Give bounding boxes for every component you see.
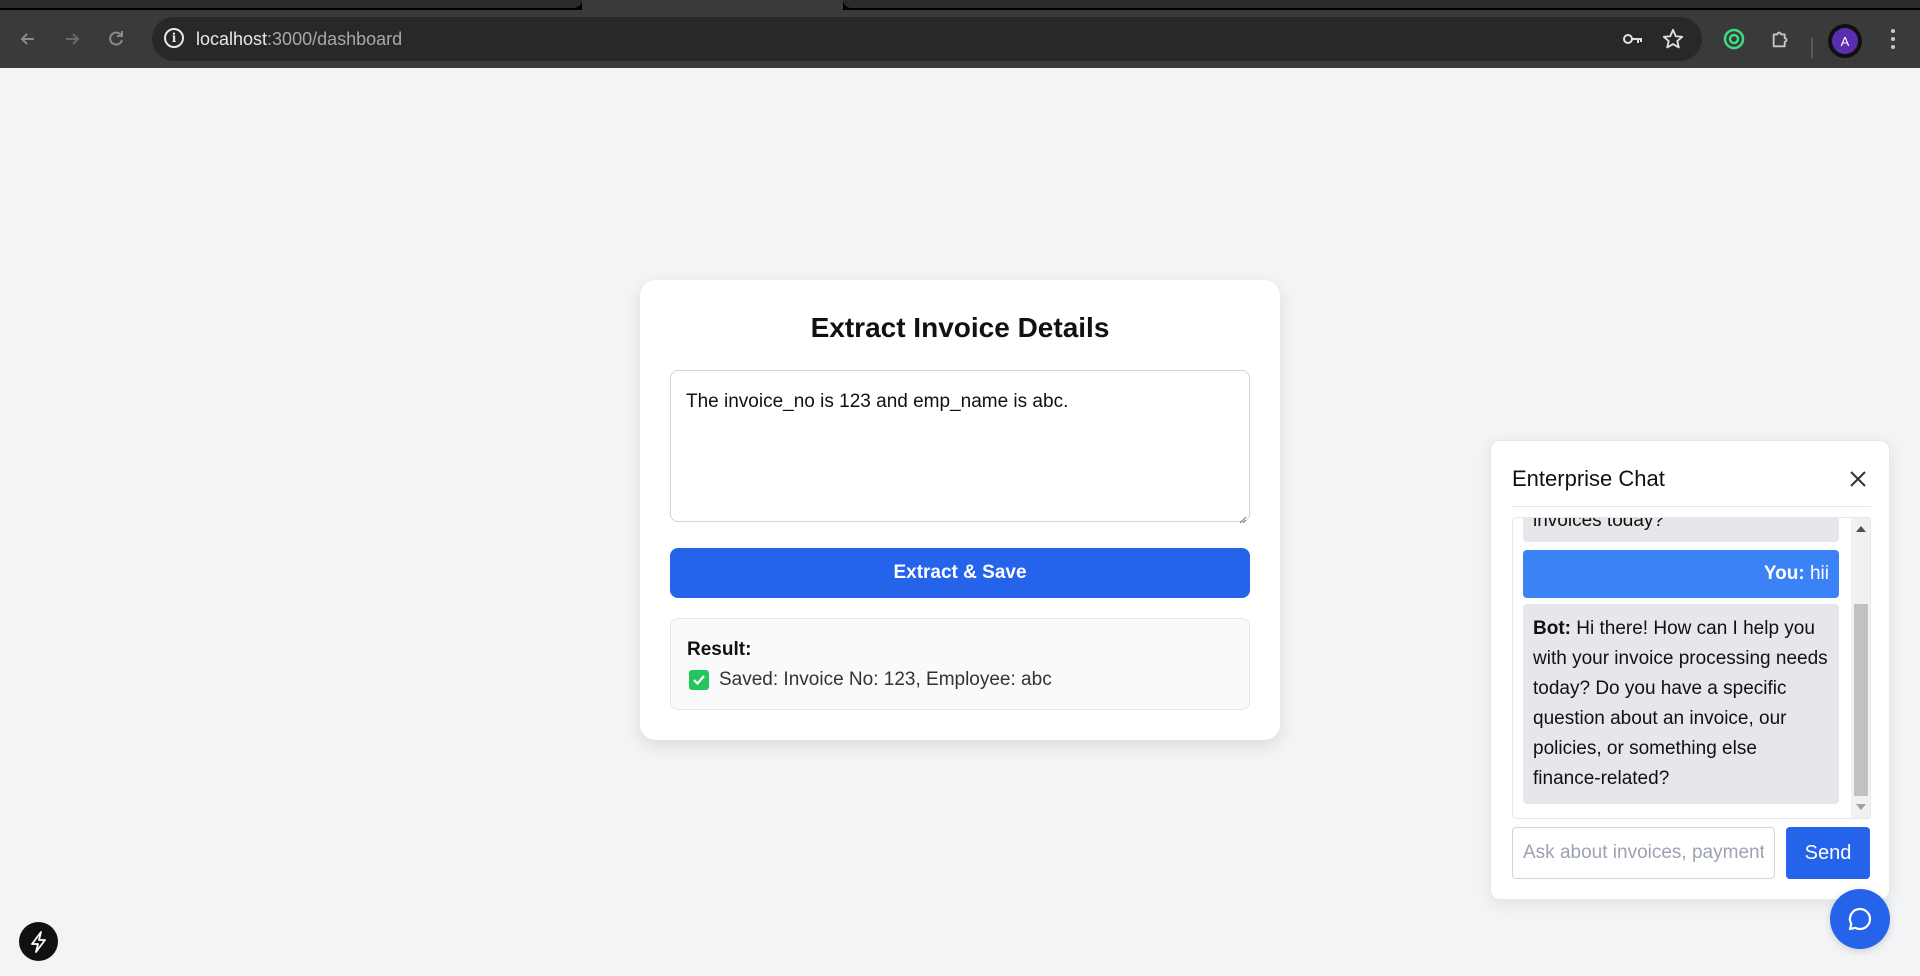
lightning-icon bbox=[30, 930, 46, 953]
result-text: Saved: Invoice No: 123, Employee: abc bbox=[719, 669, 1052, 690]
result-label: Result: bbox=[687, 639, 752, 660]
browser-tab[interactable] bbox=[0, 0, 582, 8]
chat-divider bbox=[1511, 506, 1871, 507]
extensions-puzzle-icon[interactable] bbox=[1767, 25, 1795, 53]
chat-input[interactable] bbox=[1512, 827, 1775, 879]
chat-title: Enterprise Chat bbox=[1512, 466, 1665, 491]
invoice-text-input[interactable]: The invoice_no is 123 and emp_name is ab… bbox=[670, 370, 1250, 522]
password-key-icon[interactable] bbox=[1620, 26, 1646, 52]
forward-icon[interactable] bbox=[58, 25, 86, 53]
chat-message-log[interactable]: invoices today? You: hii Bot: Hi there! … bbox=[1512, 517, 1871, 819]
bot-message: Bot: Hi there! How can I help you with y… bbox=[1523, 604, 1839, 804]
bot-prefix: Bot: bbox=[1533, 618, 1571, 639]
avatar-letter: A bbox=[1832, 28, 1858, 54]
bookmark-star-icon[interactable] bbox=[1660, 26, 1686, 52]
scroll-up-icon[interactable] bbox=[1856, 526, 1866, 532]
close-icon[interactable] bbox=[1845, 466, 1871, 492]
checkmark-icon bbox=[689, 670, 709, 690]
browser-menu-icon[interactable] bbox=[1879, 25, 1907, 53]
send-button[interactable]: Send bbox=[1786, 827, 1870, 879]
result-line: Saved: Invoice No: 123, Employee: abc bbox=[689, 669, 1052, 691]
chat-bubble-icon bbox=[1848, 907, 1872, 931]
profile-avatar[interactable]: A bbox=[1828, 24, 1862, 58]
browser-tab-active[interactable] bbox=[582, 0, 843, 10]
reload-icon[interactable] bbox=[102, 25, 130, 53]
scroll-down-icon[interactable] bbox=[1856, 804, 1866, 810]
user-prefix: You: bbox=[1763, 563, 1805, 584]
toolbar-divider bbox=[1811, 38, 1813, 58]
url-text[interactable]: localhost:3000/dashboard bbox=[196, 29, 402, 50]
chat-toggle-button[interactable] bbox=[1830, 889, 1890, 949]
browser-tab[interactable] bbox=[843, 0, 1920, 8]
browser-tabstrip bbox=[0, 0, 1920, 10]
extension-target-icon[interactable] bbox=[1720, 25, 1748, 53]
bot-message: invoices today? bbox=[1523, 517, 1839, 542]
extract-invoice-card: Extract Invoice Details The invoice_no i… bbox=[640, 280, 1280, 740]
bot-message-text: invoices today? bbox=[1533, 517, 1664, 531]
enterprise-chat-panel: Enterprise Chat invoices today? You: hii… bbox=[1490, 440, 1890, 900]
scroll-thumb[interactable] bbox=[1854, 604, 1868, 796]
page-title: Extract Invoice Details bbox=[810, 312, 1110, 343]
bot-message-text: Hi there! How can I help you with your i… bbox=[1533, 618, 1828, 789]
address-bar[interactable]: i localhost:3000/dashboard bbox=[152, 17, 1702, 61]
resize-grip-icon[interactable] bbox=[1237, 509, 1247, 524]
user-message: You: hii bbox=[1523, 550, 1839, 598]
user-message-text: hii bbox=[1804, 563, 1829, 584]
extract-save-button[interactable]: Extract & Save bbox=[670, 548, 1250, 598]
browser-toolbar: i localhost:3000/dashboard A bbox=[0, 10, 1920, 68]
site-info-icon[interactable]: i bbox=[164, 28, 184, 48]
result-panel: Result: Saved: Invoice No: 123, Employee… bbox=[670, 618, 1250, 710]
chat-scrollbar[interactable] bbox=[1851, 518, 1870, 818]
dev-tools-button[interactable] bbox=[19, 922, 58, 961]
back-icon[interactable] bbox=[14, 25, 42, 53]
